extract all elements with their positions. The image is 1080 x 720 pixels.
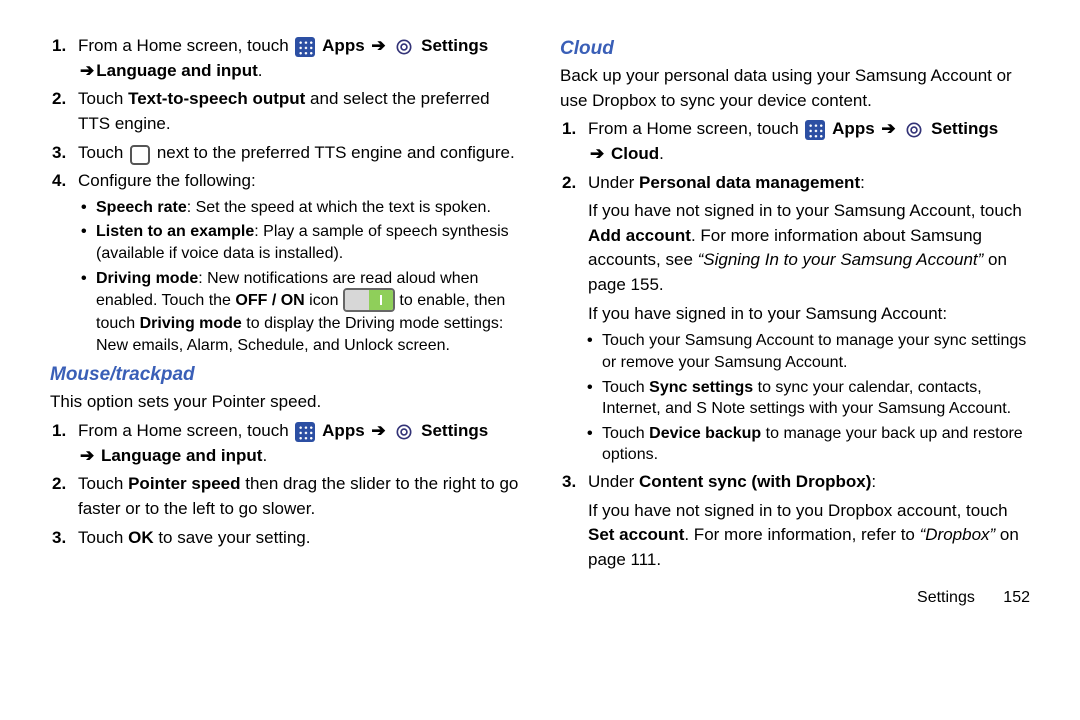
toggle-icon <box>343 288 395 312</box>
text: Driving mode <box>96 270 198 287</box>
settings-icon <box>904 120 924 140</box>
page-footer: Settings 152 <box>560 589 1030 607</box>
tts-steps: From a Home screen, touch Apps ➔ Setting… <box>50 34 520 356</box>
text: Touch your Samsung Account to manage you… <box>602 332 1026 371</box>
cloud-title: Cloud <box>560 38 1030 60</box>
text: . <box>258 61 263 80</box>
text: Pointer speed <box>128 474 240 493</box>
apps-icon <box>295 422 315 442</box>
list-item: Touch Device backup to manage your back … <box>602 423 1030 466</box>
text: Text-to-speech output <box>128 89 305 108</box>
text: OK <box>128 528 154 547</box>
text: Listen to an example <box>96 223 254 240</box>
text: Personal data management <box>639 173 860 192</box>
text: Device backup <box>649 425 761 442</box>
text: Touch <box>78 474 128 493</box>
arrow-icon: ➔ <box>80 61 94 80</box>
gear-icon <box>130 145 150 165</box>
list-item: Touch your Samsung Account to manage you… <box>602 330 1030 373</box>
text: Touch <box>602 425 649 442</box>
text: From a Home screen, touch <box>78 421 293 440</box>
text: If you have not signed in to you Dropbox… <box>588 501 1008 520</box>
text: Set account <box>588 525 684 544</box>
list-item: Touch Text-to-speech output and select t… <box>78 87 520 136</box>
samsung-bullets: Touch your Samsung Account to manage you… <box>588 330 1030 466</box>
list-item: Configure the following: Speech rate: Se… <box>78 169 520 356</box>
text: Driving mode <box>140 315 242 332</box>
text: Language and input <box>96 61 258 80</box>
list-item: From a Home screen, touch Apps ➔ Setting… <box>588 117 1030 166</box>
text: : <box>871 472 876 491</box>
list-item: From a Home screen, touch Apps ➔ Setting… <box>78 34 520 83</box>
paragraph: If you have not signed in to your Samsun… <box>588 199 1030 298</box>
apps-label: Apps <box>322 421 365 440</box>
page: From a Home screen, touch Apps ➔ Setting… <box>0 0 1080 720</box>
right-column: Cloud Back up your personal data using y… <box>540 30 1030 700</box>
cloud-steps: From a Home screen, touch Apps ➔ Setting… <box>560 117 1030 572</box>
text: Touch <box>78 89 128 108</box>
footer-section: Settings <box>917 589 975 606</box>
list-item: Touch Pointer speed then drag the slider… <box>78 472 520 521</box>
text: If you have not signed in to your Samsun… <box>588 201 1022 220</box>
text: . For more information, refer to <box>684 525 919 544</box>
text: From a Home screen, touch <box>78 36 293 55</box>
list-item: Under Content sync (with Dropbox): If yo… <box>588 470 1030 573</box>
list-item: Under Personal data management: If you h… <box>588 171 1030 466</box>
apps-icon <box>295 37 315 57</box>
text: Speech rate <box>96 199 187 216</box>
arrow-icon: ➔ <box>590 144 604 163</box>
list-item: Driving mode: New notifications are read… <box>96 268 520 357</box>
text: Under <box>588 173 639 192</box>
arrow-icon: ➔ <box>80 446 94 465</box>
text: Cloud <box>606 144 659 163</box>
text: next to the preferred TTS engine and con… <box>157 143 515 162</box>
text: Under <box>588 472 639 491</box>
text: . <box>659 144 664 163</box>
text: Configure the following: <box>78 171 256 190</box>
list-item: From a Home screen, touch Apps ➔ Setting… <box>78 419 520 468</box>
text: “Dropbox” <box>920 525 996 544</box>
page-number: 152 <box>1003 589 1030 606</box>
list-item: Touch Sync settings to sync your calenda… <box>602 377 1030 420</box>
arrow-icon: ➔ <box>371 421 385 440</box>
list-item: Listen to an example: Play a sample of s… <box>96 221 520 264</box>
settings-icon <box>394 37 414 57</box>
text: Touch <box>78 143 128 162</box>
text: : Set the speed at which the text is spo… <box>187 199 491 216</box>
text: to save your setting. <box>154 528 311 547</box>
text: Content sync (with Dropbox) <box>639 472 871 491</box>
paragraph: If you have signed in to your Samsung Ac… <box>588 302 1030 327</box>
apps-icon <box>805 120 825 140</box>
text: “Signing In to your Samsung Account” <box>698 250 984 269</box>
list-item: Touch next to the preferred TTS engine a… <box>78 141 520 166</box>
settings-label: Settings <box>931 119 998 138</box>
settings-label: Settings <box>421 421 488 440</box>
settings-label: Settings <box>421 36 488 55</box>
cloud-intro: Back up your personal data using your Sa… <box>560 64 1030 113</box>
text: Touch <box>602 379 649 396</box>
arrow-icon: ➔ <box>371 36 385 55</box>
text: Touch <box>78 528 128 547</box>
settings-icon <box>394 422 414 442</box>
mouse-steps: From a Home screen, touch Apps ➔ Setting… <box>50 419 520 550</box>
text: From a Home screen, touch <box>588 119 803 138</box>
config-bullets: Speech rate: Set the speed at which the … <box>78 197 520 357</box>
apps-label: Apps <box>322 36 365 55</box>
mouse-trackpad-title: Mouse/trackpad <box>50 364 520 386</box>
arrow-icon: ➔ <box>881 119 895 138</box>
text: Sync settings <box>649 379 753 396</box>
text: Language and input <box>96 446 262 465</box>
left-column: From a Home screen, touch Apps ➔ Setting… <box>50 30 540 700</box>
text: Add account <box>588 226 691 245</box>
paragraph: If you have not signed in to you Dropbox… <box>588 499 1030 573</box>
text: . <box>262 446 267 465</box>
list-item: Speech rate: Set the speed at which the … <box>96 197 520 219</box>
text: OFF / ON <box>235 292 304 309</box>
apps-label: Apps <box>832 119 875 138</box>
text: : <box>860 173 865 192</box>
mouse-intro: This option sets your Pointer speed. <box>50 390 520 415</box>
list-item: Touch OK to save your setting. <box>78 526 520 551</box>
text: icon <box>305 292 343 309</box>
